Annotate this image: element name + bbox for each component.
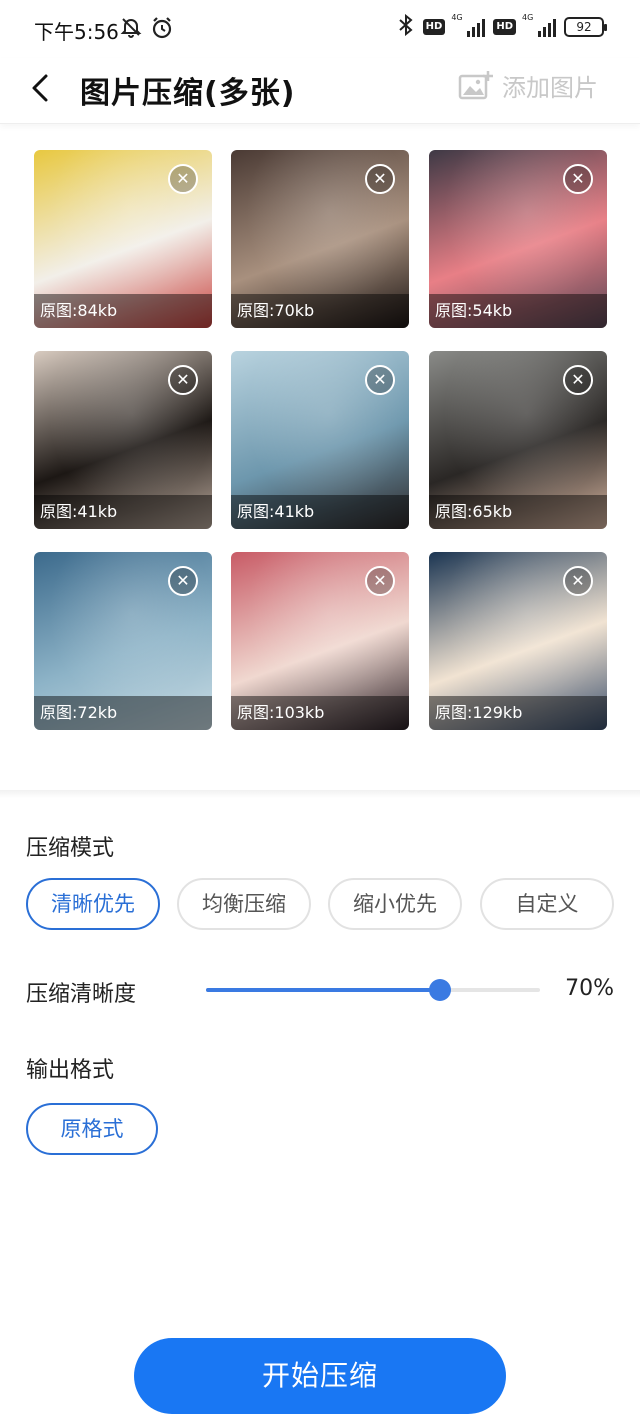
image-thumbnail[interactable]: ✕ 原图:41kb [231, 351, 409, 529]
output-format-label: 输出格式 [26, 1058, 115, 1083]
add-image-icon [458, 70, 493, 99]
back-button[interactable] [24, 68, 64, 108]
clarity-slider[interactable] [206, 979, 540, 1001]
network-label: 4G [522, 13, 534, 22]
remove-image-button[interactable]: ✕ [168, 566, 198, 596]
slider-fill [206, 988, 440, 992]
add-image-label: 添加图片 [502, 74, 598, 102]
image-thumbnail[interactable]: ✕ 原图:65kb [429, 351, 607, 529]
image-size-label: 原图:72kb [34, 696, 212, 730]
mode-chip-custom[interactable]: 自定义 [480, 878, 614, 930]
remove-image-button[interactable]: ✕ [563, 365, 593, 395]
image-size-label: 原图:41kb [34, 495, 212, 529]
signal-4g-icon: 4G [522, 13, 556, 37]
image-size-label: 原图:70kb [231, 294, 409, 328]
bluetooth-icon [397, 13, 415, 40]
bell-off-icon [120, 16, 142, 42]
mode-chip-balanced[interactable]: 均衡压缩 [177, 878, 311, 930]
image-thumbnail[interactable]: ✕ 原图:103kb [231, 552, 409, 730]
image-size-label: 原图:41kb [231, 495, 409, 529]
network-label: 4G [451, 13, 463, 22]
image-thumbnail[interactable]: ✕ 原图:41kb [34, 351, 212, 529]
remove-image-button[interactable]: ✕ [365, 164, 395, 194]
image-thumbnail[interactable]: ✕ 原图:84kb [34, 150, 212, 328]
clarity-value: 70% [565, 976, 614, 1001]
status-bar: 下午5:56 HD 4G HD 4G 92 [0, 0, 640, 58]
remove-image-button[interactable]: ✕ [365, 566, 395, 596]
format-chip-original[interactable]: 原格式 [26, 1103, 158, 1155]
battery-icon: 92 [564, 17, 607, 37]
image-size-label: 原图:103kb [231, 696, 409, 730]
image-size-label: 原图:84kb [34, 294, 212, 328]
image-thumbnail[interactable]: ✕ 原图:72kb [34, 552, 212, 730]
hd-icon: HD [493, 19, 516, 35]
image-size-label: 原图:129kb [429, 696, 607, 730]
status-time: 下午5:56 [34, 20, 119, 44]
alarm-icon [150, 16, 174, 44]
signal-4g-icon: 4G [451, 13, 486, 37]
remove-image-button[interactable]: ✕ [168, 365, 198, 395]
app-header: 图片压缩(多张) 添加图片 [0, 58, 640, 124]
remove-image-button[interactable]: ✕ [168, 164, 198, 194]
image-thumbnail[interactable]: ✕ 原图:54kb [429, 150, 607, 328]
mode-chip-smaller[interactable]: 缩小优先 [328, 878, 462, 930]
remove-image-button[interactable]: ✕ [365, 365, 395, 395]
clarity-label: 压缩清晰度 [26, 982, 137, 1007]
chevron-left-icon [32, 74, 48, 102]
compress-mode-label: 压缩模式 [26, 836, 115, 861]
image-size-label: 原图:65kb [429, 495, 607, 529]
slider-thumb[interactable] [428, 979, 451, 1001]
section-divider [0, 790, 640, 798]
mode-chip-clarity[interactable]: 清晰优先 [26, 878, 160, 930]
hd-icon: HD [422, 19, 446, 35]
page-title: 图片压缩(多张) [80, 76, 296, 111]
remove-image-button[interactable]: ✕ [563, 164, 593, 194]
remove-image-button[interactable]: ✕ [563, 566, 593, 596]
image-size-label: 原图:54kb [429, 294, 607, 328]
add-image-button[interactable]: 添加图片 [458, 68, 598, 103]
image-thumbnail[interactable]: ✕ 原图:70kb [231, 150, 409, 328]
image-grid: ✕ 原图:84kb ✕ 原图:70kb ✕ 原图:54kb ✕ 原图:41kb ✕ 原图:41kb… [34, 150, 607, 730]
start-compress-button[interactable]: 开始压缩 [134, 1338, 506, 1414]
image-thumbnail[interactable]: ✕ 原图:129kb [429, 552, 607, 730]
